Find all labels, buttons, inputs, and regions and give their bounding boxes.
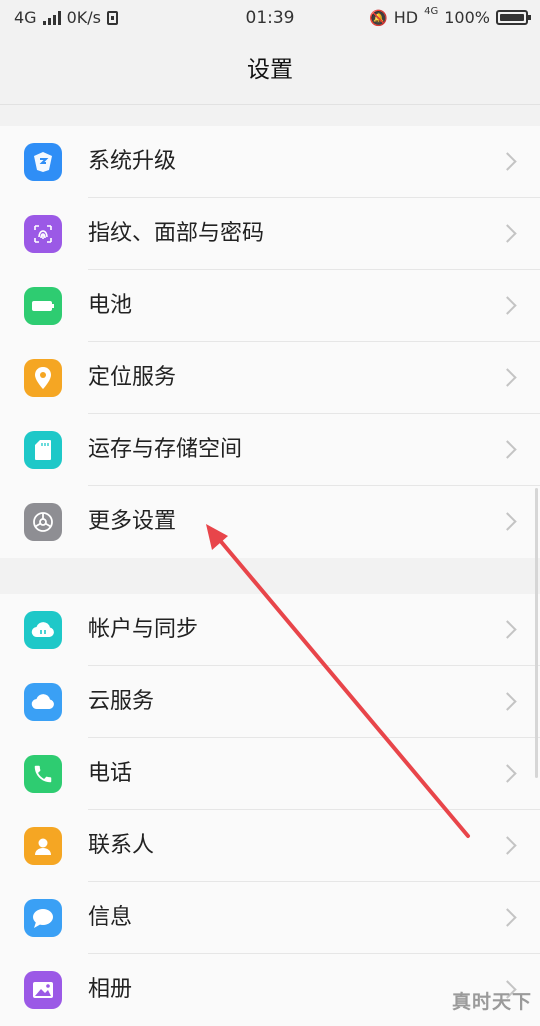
cloud-icon xyxy=(24,683,62,721)
phone-icon xyxy=(24,755,62,793)
battery-percent: 100% xyxy=(444,8,490,27)
battery-status-icon xyxy=(496,10,531,25)
settings-item-fingerprint[interactable]: 指纹、面部与密码 xyxy=(0,198,540,270)
settings-item-account-sync[interactable]: 帐户与同步 xyxy=(0,594,540,666)
settings-group-2: 帐户与同步 云服务 电话 联系人 信息 相册 xyxy=(0,594,540,1026)
chevron-right-icon xyxy=(498,620,517,639)
battery-icon xyxy=(24,287,62,325)
settings-item-location[interactable]: 定位服务 xyxy=(0,342,540,414)
settings-item-contacts[interactable]: 联系人 xyxy=(0,810,540,882)
location-pin-icon xyxy=(24,359,62,397)
settings-item-label: 电话 xyxy=(88,761,133,786)
settings-item-label: 相册 xyxy=(88,977,133,1002)
net-badge: 4G xyxy=(424,6,439,17)
settings-item-system-update[interactable]: 系统升级 xyxy=(0,126,540,198)
contact-icon xyxy=(24,827,62,865)
settings-group-1: 系统升级 指纹、面部与密码 电池 定位服务 运存与存储空间 更多设置 xyxy=(0,126,540,558)
chevron-right-icon xyxy=(498,764,517,783)
bell-off-icon: 🔕 xyxy=(369,8,388,27)
settings-item-messages[interactable]: 信息 xyxy=(0,882,540,954)
chevron-right-icon xyxy=(498,296,517,315)
sd-card-icon xyxy=(24,431,62,469)
settings-item-label: 运存与存储空间 xyxy=(88,437,243,462)
status-bar: 4G 0K/s 01:39 🔕 HD 4G 100% xyxy=(0,0,540,36)
settings-item-label: 指纹、面部与密码 xyxy=(88,221,265,246)
watermark: 真时天下 xyxy=(451,991,532,1013)
settings-item-label: 信息 xyxy=(88,905,133,930)
chevron-right-icon xyxy=(498,224,517,243)
scrollbar[interactable] xyxy=(535,488,538,778)
settings-item-storage[interactable]: 运存与存储空间 xyxy=(0,414,540,486)
settings-item-label: 帐户与同步 xyxy=(88,617,199,642)
system-update-icon xyxy=(24,143,62,181)
chevron-right-icon xyxy=(498,152,517,171)
message-icon xyxy=(24,899,62,937)
settings-item-label: 系统升级 xyxy=(88,149,177,174)
status-right: 🔕 HD 4G 100% xyxy=(369,6,531,27)
gear-icon xyxy=(24,503,62,541)
settings-item-label: 云服务 xyxy=(88,689,155,714)
settings-item-phone[interactable]: 电话 xyxy=(0,738,540,810)
page-title: 设置 xyxy=(247,57,293,83)
fingerprint-icon xyxy=(24,215,62,253)
settings-item-label: 定位服务 xyxy=(88,365,177,390)
album-icon xyxy=(24,971,62,1009)
chevron-right-icon xyxy=(498,440,517,459)
chevron-right-icon xyxy=(498,836,517,855)
chevron-right-icon xyxy=(498,368,517,387)
settings-item-cloud-service[interactable]: 云服务 xyxy=(0,666,540,738)
settings-item-label: 联系人 xyxy=(88,833,155,858)
settings-item-battery[interactable]: 电池 xyxy=(0,270,540,342)
chevron-right-icon xyxy=(498,908,517,927)
settings-item-more-settings[interactable]: 更多设置 xyxy=(0,486,540,558)
settings-item-label: 电池 xyxy=(88,293,133,318)
chevron-right-icon xyxy=(498,512,517,531)
title-divider xyxy=(0,104,540,105)
chevron-right-icon xyxy=(498,692,517,711)
cloud-sync-icon xyxy=(24,611,62,649)
settings-item-label: 更多设置 xyxy=(88,509,177,534)
hd-badge: HD xyxy=(393,8,419,27)
